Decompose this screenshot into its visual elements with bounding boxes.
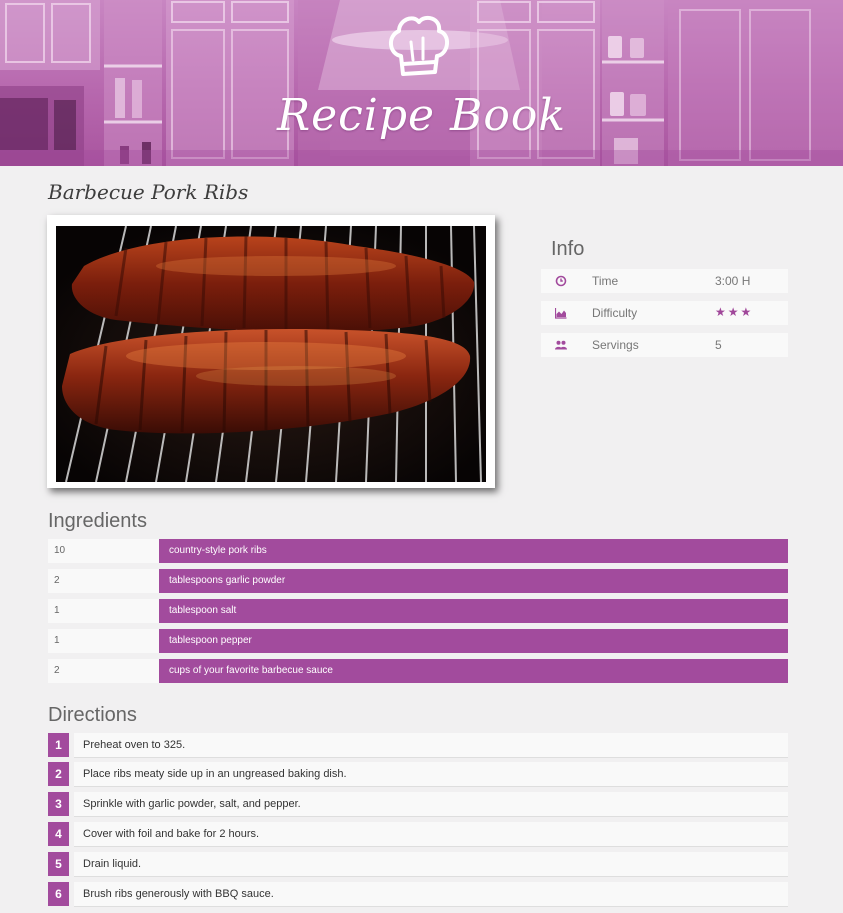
ingredients-heading: Ingredients	[48, 510, 147, 532]
ingredient-name: tablespoons garlic powder	[159, 569, 788, 593]
ingredient-row: 2 tablespoons garlic powder	[48, 569, 788, 593]
ingredient-row: 10 country-style pork ribs	[48, 539, 788, 563]
users-icon	[555, 340, 567, 350]
ingredient-name: country-style pork ribs	[159, 539, 788, 563]
ingredient-qty: 10	[48, 539, 159, 563]
ingredient-row: 1 tablespoon pepper	[48, 629, 788, 653]
info-row-time: Time 3:00 H	[541, 269, 788, 293]
ingredient-name: tablespoon salt	[159, 599, 788, 623]
step-text: Brush ribs generously with BBQ sauce.	[74, 882, 788, 906]
recipe-photo	[56, 226, 486, 482]
step-text: Sprinkle with garlic powder, salt, and p…	[74, 792, 788, 816]
brand-title: Recipe Book	[276, 90, 567, 141]
directions-heading: Directions	[48, 704, 137, 726]
direction-step: 4 Cover with foil and bake for 2 hours.	[48, 822, 788, 846]
info-heading: Info	[551, 238, 585, 260]
ingredient-row: 2 cups of your favorite barbecue sauce	[48, 659, 788, 683]
info-row-difficulty: Difficulty ★★★	[541, 301, 788, 325]
ingredient-qty: 2	[48, 569, 159, 593]
star-icon: ★	[727, 305, 741, 319]
ingredient-qty: 2	[48, 659, 159, 683]
direction-step: 5 Drain liquid.	[48, 852, 788, 876]
info-label-servings: Servings	[592, 338, 639, 352]
direction-step: 1 Preheat oven to 325.	[48, 733, 788, 757]
ingredient-qty: 1	[48, 629, 159, 653]
step-text: Drain liquid.	[74, 852, 788, 876]
info-row-servings: Servings 5	[541, 333, 788, 357]
direction-step: 3 Sprinkle with garlic powder, salt, and…	[48, 792, 788, 816]
ingredient-row: 1 tablespoon salt	[48, 599, 788, 623]
recipe-photo-frame	[47, 215, 495, 488]
direction-step: 6 Brush ribs generously with BBQ sauce.	[48, 882, 788, 906]
info-label-time: Time	[592, 274, 619, 288]
step-text: Cover with foil and bake for 2 hours.	[74, 822, 788, 846]
step-text: Preheat oven to 325.	[74, 733, 788, 757]
direction-step: 2 Place ribs meaty side up in an ungreas…	[48, 762, 788, 786]
star-icon: ★	[715, 305, 728, 319]
area-chart-icon	[555, 308, 567, 319]
ingredient-qty: 1	[48, 599, 159, 623]
step-number: 6	[48, 882, 69, 906]
difficulty-stars: ★★★	[715, 305, 753, 319]
ingredient-name: tablespoon pepper	[159, 629, 788, 653]
star-icon: ★	[740, 305, 754, 319]
step-number: 4	[48, 822, 69, 846]
step-number: 5	[48, 852, 69, 876]
ingredient-name: cups of your favorite barbecue sauce	[159, 659, 788, 683]
info-value-servings: 5	[715, 338, 722, 352]
recipe-title: Barbecue Pork Ribs	[48, 180, 249, 204]
step-number: 1	[48, 733, 69, 757]
chef-hat-icon	[389, 15, 449, 76]
site-header: Recipe Book	[0, 0, 843, 166]
step-number: 3	[48, 792, 69, 816]
clock-icon	[555, 275, 567, 287]
step-number: 2	[48, 762, 69, 786]
info-value-time: 3:00 H	[715, 274, 751, 288]
info-label-difficulty: Difficulty	[592, 306, 638, 320]
step-text: Place ribs meaty side up in an ungreased…	[74, 762, 788, 786]
